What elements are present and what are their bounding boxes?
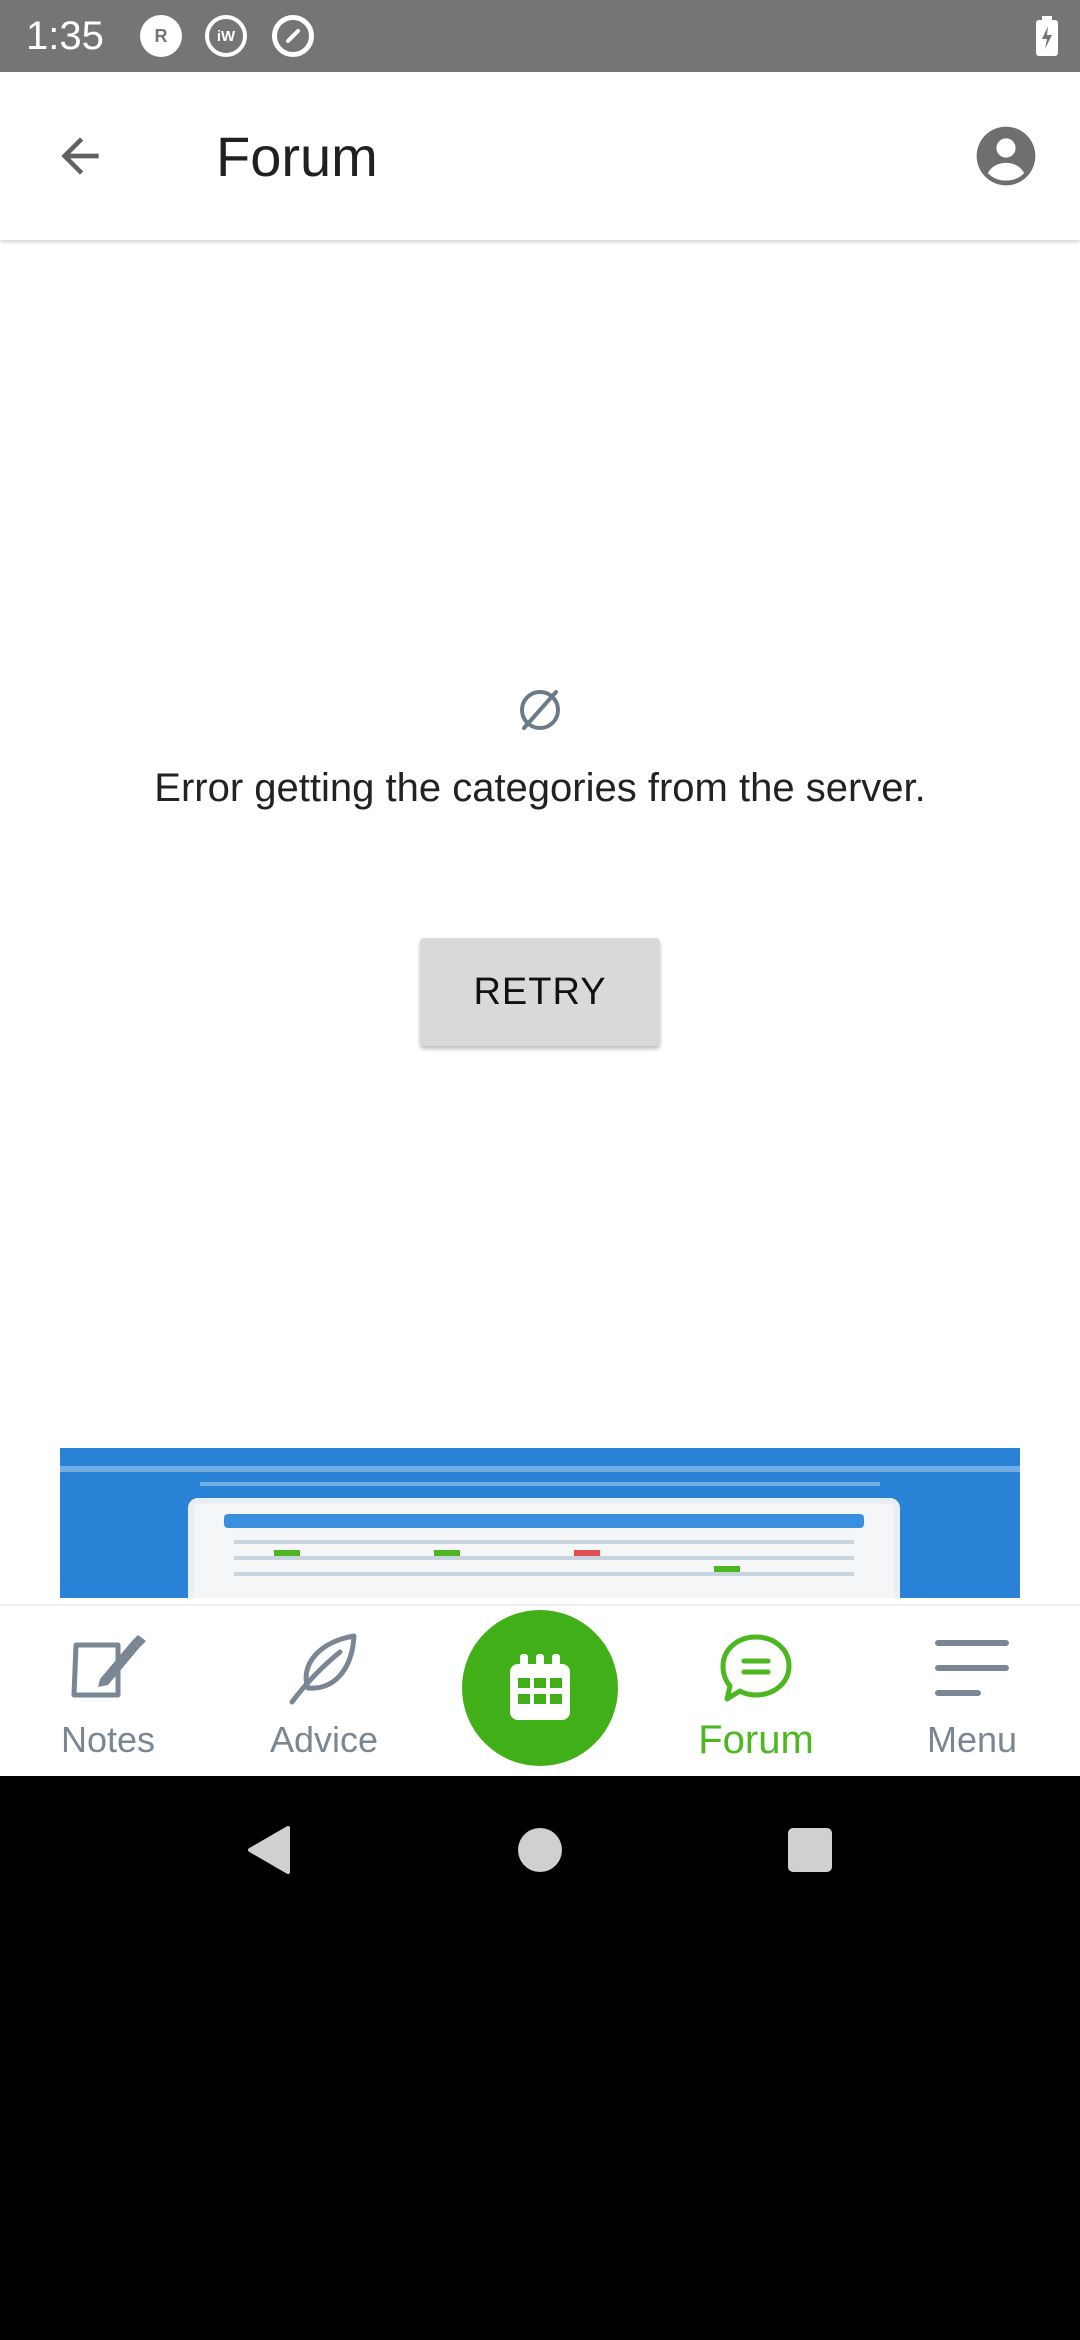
nav-item-notes[interactable]: Notes bbox=[0, 1606, 216, 1778]
status-bar: 1:35 R iW bbox=[0, 0, 1080, 72]
banner-stripe bbox=[60, 1466, 1020, 1472]
chat-bubble-icon bbox=[706, 1628, 806, 1708]
retry-button[interactable]: RETRY bbox=[420, 938, 660, 1046]
nav-label: Advice bbox=[269, 1719, 379, 1760]
advertisement-banner[interactable] bbox=[60, 1448, 1020, 1598]
app-screen: Forum Error getting the categories from … bbox=[0, 72, 1080, 1778]
status-time: 1:35 bbox=[26, 14, 104, 58]
page-title: Forum bbox=[216, 125, 378, 188]
q-notification-icon bbox=[272, 15, 314, 57]
banner-dot bbox=[434, 1550, 460, 1556]
nav-label: Notes bbox=[60, 1719, 156, 1760]
system-navigation-bar bbox=[0, 1776, 1080, 1920]
banner-dot bbox=[714, 1566, 740, 1572]
banner-row bbox=[234, 1572, 854, 1576]
banner-dot bbox=[574, 1550, 600, 1556]
arrow-back-icon bbox=[61, 137, 99, 175]
empty-set-icon bbox=[520, 690, 560, 730]
calendar-icon bbox=[510, 1654, 570, 1720]
leaf-icon bbox=[274, 1628, 374, 1708]
calendar-button[interactable] bbox=[462, 1610, 618, 1766]
system-recents-button[interactable] bbox=[780, 1820, 840, 1880]
banner-dot bbox=[274, 1550, 300, 1556]
nav-label: Menu bbox=[926, 1719, 1018, 1760]
nav-item-advice[interactable]: Advice bbox=[216, 1606, 432, 1778]
error-state: Error getting the categories from the se… bbox=[0, 682, 1080, 814]
notes-edit-icon bbox=[58, 1628, 158, 1708]
square-recents-icon bbox=[788, 1828, 832, 1872]
circle-home-icon bbox=[518, 1828, 562, 1872]
nav-label: Forum bbox=[698, 1718, 814, 1762]
triangle-back-icon bbox=[248, 1826, 290, 1874]
hamburger-menu-icon bbox=[922, 1628, 1022, 1708]
nav-item-menu[interactable]: Menu bbox=[864, 1606, 1080, 1778]
app-bar: Forum bbox=[0, 72, 1080, 240]
banner-tablet-header bbox=[224, 1514, 864, 1528]
banner-row bbox=[234, 1556, 854, 1560]
system-home-button[interactable] bbox=[510, 1820, 570, 1880]
banner-tablet-image bbox=[188, 1498, 900, 1598]
error-message: Error getting the categories from the se… bbox=[154, 766, 926, 810]
account-circle-icon bbox=[976, 126, 1036, 186]
account-button[interactable] bbox=[968, 118, 1044, 194]
iw-notification-icon: iW bbox=[205, 15, 247, 57]
banner-stripe bbox=[200, 1482, 880, 1486]
system-back-button[interactable] bbox=[238, 1820, 298, 1880]
banner-row bbox=[234, 1540, 854, 1544]
r-notification-icon: R bbox=[140, 15, 182, 57]
nav-item-forum[interactable]: Forum bbox=[648, 1606, 864, 1778]
battery-charging-icon bbox=[1036, 16, 1058, 56]
back-button[interactable] bbox=[40, 116, 120, 196]
